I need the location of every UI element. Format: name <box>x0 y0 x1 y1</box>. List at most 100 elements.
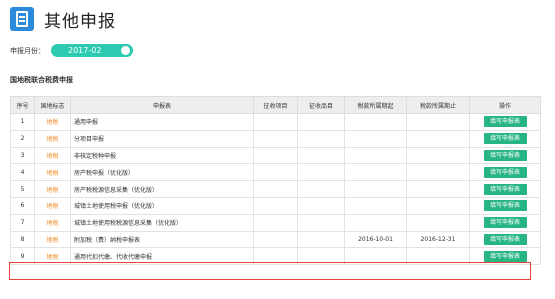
row-action: 填写申报表 <box>469 180 541 198</box>
row-item <box>253 213 298 232</box>
table-row: 5 地税 房产税税源信息采集（优化版） 填写申报表 <box>10 180 541 198</box>
row-period-start <box>344 129 407 148</box>
row-no: 7 <box>10 213 35 232</box>
row-form-name: 通用申报 <box>70 113 254 131</box>
col-header-period-end: 税款所属期止 <box>406 96 470 114</box>
row-period-start: 2016-10-01 <box>344 230 407 249</box>
row-form-name: 城镇土地使用税税源信息采集（优化版） <box>70 213 254 232</box>
row-period-end <box>406 146 470 165</box>
page-title: 其他申报 <box>44 11 116 32</box>
row-period-end <box>406 113 470 131</box>
col-header-tag: 国地标志 <box>34 96 71 114</box>
row-period-end <box>406 129 470 148</box>
fill-form-button[interactable]: 填写申报表 <box>483 166 527 178</box>
row-period-end <box>406 163 470 182</box>
row-period-start <box>344 113 407 131</box>
row-action: 填写申报表 <box>469 247 541 266</box>
row-subitem <box>297 163 345 182</box>
row-period-start <box>344 180 407 198</box>
period-select[interactable]: 2017-02 <box>51 44 133 57</box>
row-item <box>253 230 298 249</box>
row-tag: 地税 <box>34 113 71 131</box>
row-period-start <box>344 196 407 215</box>
fill-form-button[interactable]: 填写申报表 <box>483 183 527 195</box>
period-value: 2017-02 <box>68 46 102 55</box>
row-tag: 地税 <box>34 146 71 165</box>
row-tag: 地税 <box>34 230 71 249</box>
row-item <box>253 129 298 148</box>
col-header-action: 操作 <box>469 96 541 114</box>
fill-form-button[interactable]: 填写申报表 <box>483 133 527 145</box>
row-form-name: 分项目申报 <box>70 129 254 148</box>
row-tag: 地税 <box>34 247 71 266</box>
table-row: 3 地税 非核定税种申报 填写申报表 <box>10 146 541 165</box>
row-action: 填写申报表 <box>469 113 541 131</box>
table-row: 4 地税 房产税申报（优化版） 填写申报表 <box>10 163 541 182</box>
row-no: 9 <box>10 247 35 266</box>
toggle-knob-icon <box>121 46 130 55</box>
row-item <box>253 196 298 215</box>
table-row: 8 地税 附加税（费）纳税申报表 2016-10-01 2016-12-31 填… <box>10 230 541 249</box>
row-action: 填写申报表 <box>469 213 541 232</box>
row-form-name: 非核定税种申报 <box>70 146 254 165</box>
row-form-name: 通用代扣代缴、代收代缴申报 <box>70 247 254 266</box>
col-header-no: 序号 <box>10 96 35 114</box>
row-action: 填写申报表 <box>469 230 541 249</box>
row-period-start <box>344 146 407 165</box>
row-item <box>253 146 298 165</box>
row-period-end <box>406 247 470 266</box>
row-subitem <box>297 146 345 165</box>
table-header-row: 序号 国地标志 申报表 征收项目 征收品目 税款所属期起 税款所属期止 操作 <box>10 96 541 114</box>
page-header: 其他申报 <box>10 6 116 32</box>
row-no: 4 <box>10 163 35 182</box>
table-row: 2 地税 分项目申报 填写申报表 <box>10 129 541 148</box>
declaration-form-icon <box>10 7 34 31</box>
row-period-end <box>406 196 470 215</box>
row-tag: 地税 <box>34 163 71 182</box>
row-period-start <box>344 213 407 232</box>
row-subitem <box>297 129 345 148</box>
row-form-name: 城镇土地使用税申报（优化版） <box>70 196 254 215</box>
row-no: 6 <box>10 196 35 215</box>
row-subitem <box>297 247 345 266</box>
row-no: 8 <box>10 230 35 249</box>
row-form-name: 房产税申报（优化版） <box>70 163 254 182</box>
col-header-form: 申报表 <box>70 96 254 114</box>
row-tag: 地税 <box>34 213 71 232</box>
row-no: 5 <box>10 180 35 198</box>
row-subitem <box>297 213 345 232</box>
row-tag: 地税 <box>34 129 71 148</box>
fill-form-button[interactable]: 填写申报表 <box>483 116 527 128</box>
row-no: 2 <box>10 129 35 148</box>
row-no: 1 <box>10 113 35 131</box>
row-period-end: 2016-12-31 <box>406 230 470 249</box>
row-action: 填写申报表 <box>469 163 541 182</box>
fill-form-button[interactable]: 填写申报表 <box>483 200 527 212</box>
period-filter: 申报月份： 2017-02 <box>10 44 133 57</box>
row-action: 填写申报表 <box>469 146 541 165</box>
col-header-subitem: 征收品目 <box>297 96 345 114</box>
row-action: 填写申报表 <box>469 129 541 148</box>
row-tag: 地税 <box>34 196 71 215</box>
row-item <box>253 113 298 131</box>
fill-form-button[interactable]: 填写申报表 <box>483 217 527 229</box>
row-subitem <box>297 113 345 131</box>
row-no: 3 <box>10 146 35 165</box>
row-action: 填写申报表 <box>469 196 541 215</box>
section-title: 国地税联合税费申报 <box>10 76 73 84</box>
declaration-table: 序号 国地标志 申报表 征收项目 征收品目 税款所属期起 税款所属期止 操作 1… <box>10 96 541 266</box>
row-period-end <box>406 180 470 198</box>
col-header-item: 征收项目 <box>253 96 298 114</box>
row-subitem <box>297 180 345 198</box>
row-period-end <box>406 213 470 232</box>
col-header-period-start: 税款所属期起 <box>344 96 407 114</box>
table-row: 1 地税 通用申报 填写申报表 <box>10 113 541 131</box>
fill-form-button[interactable]: 填写申报表 <box>483 233 527 245</box>
row-form-name: 房产税税源信息采集（优化版） <box>70 180 254 198</box>
fill-form-button[interactable]: 填写申报表 <box>483 250 527 262</box>
row-period-start <box>344 247 407 266</box>
fill-form-button[interactable]: 填写申报表 <box>483 149 527 161</box>
table-row: 6 地税 城镇土地使用税申报（优化版） 填写申报表 <box>10 196 541 215</box>
period-label: 申报月份： <box>10 46 45 55</box>
row-item <box>253 247 298 266</box>
